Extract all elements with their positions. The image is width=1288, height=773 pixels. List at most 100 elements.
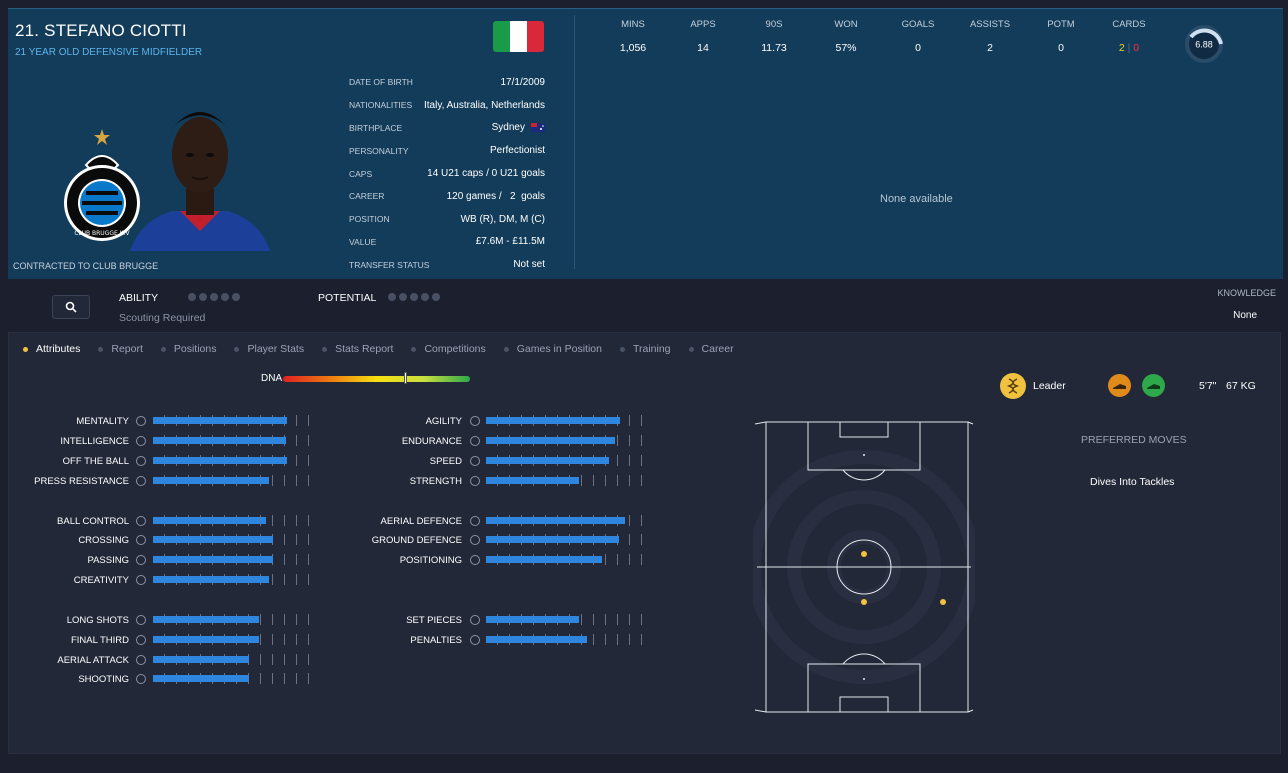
scout-search-button[interactable] — [52, 295, 90, 319]
personality-label: PERSONALITY — [349, 145, 409, 156]
tab-positions[interactable]: Positions — [160, 343, 217, 355]
tab-stats-report[interactable]: Stats Report — [322, 343, 393, 355]
attribute-row[interactable]: AERIAL ATTACK — [9, 653, 319, 667]
attribute-bar — [486, 415, 652, 426]
tab-competitions[interactable]: Competitions — [411, 343, 486, 355]
attribute-row[interactable]: SET PIECES — [9, 613, 652, 627]
value-value: £7.6M - £11.5M — [475, 236, 545, 248]
search-icon — [65, 301, 77, 313]
stat-cards: CARDS 2 | 0 — [1094, 19, 1164, 54]
stat-label: 90S — [765, 19, 783, 30]
tab-label: Competitions — [424, 343, 486, 355]
stat-assists: ASSISTS 2 — [955, 19, 1025, 54]
stat-value: 57% — [835, 42, 857, 54]
none-available-text: None available — [880, 193, 953, 205]
attribute-gauge-icon — [470, 555, 480, 565]
attribute-gauge-icon — [136, 575, 146, 585]
attribute-row[interactable]: PENALTIES — [9, 633, 652, 647]
knowledge-label: KNOWLEDGE — [1217, 288, 1276, 298]
attribute-bar-fill — [486, 616, 579, 623]
attribute-name: ENDURANCE — [401, 435, 462, 447]
attribute-bar-fill — [486, 457, 609, 464]
attribute-gauge-icon — [136, 655, 146, 665]
stat-label: ASSISTS — [969, 19, 1011, 30]
tab-label: Positions — [173, 343, 217, 355]
attribute-row[interactable]: AGILITY — [9, 414, 652, 428]
attribute-bar-fill — [486, 477, 579, 484]
attribute-name: POSITIONING — [399, 554, 462, 566]
attribute-row[interactable]: STRENGTH — [9, 474, 652, 488]
leader-label: Leader — [1033, 380, 1066, 392]
preferred-move[interactable]: Dives Into Tackles — [1090, 476, 1174, 488]
stat-value: 0 — [1058, 42, 1064, 54]
attribute-bar — [486, 435, 652, 446]
attribute-bar-fill — [486, 636, 587, 643]
detail-row-dob: DATE OF BIRTH 17/1/2009 — [349, 71, 545, 94]
contract-status[interactable]: CONTRACTED TO CLUB BRUGGE — [13, 261, 158, 271]
stat-mins: MINS 1,056 — [598, 19, 668, 54]
transfer-status-value[interactable]: Not set — [513, 259, 545, 270]
attribute-name: AGILITY — [425, 415, 462, 427]
positions-pitch[interactable] — [753, 421, 975, 713]
tab-label: Report — [111, 343, 143, 355]
tab-label: Attributes — [36, 343, 81, 355]
attribute-bar-fill — [153, 576, 269, 583]
right-foot-icon[interactable] — [1142, 374, 1165, 397]
career-label: CAREER — [349, 191, 385, 202]
tab-label: Player Stats — [247, 343, 305, 355]
detail-row-value: VALUE £7.6M - £11.5M — [349, 231, 545, 254]
tab-training[interactable]: Training — [619, 343, 671, 355]
tab-games-in-position[interactable]: Games in Position — [503, 343, 602, 355]
attribute-row[interactable]: GROUND DEFENCE — [9, 533, 652, 547]
tab-attributes[interactable]: Attributes — [23, 343, 80, 355]
tab-player-stats[interactable]: Player Stats — [234, 343, 304, 355]
attribute-bar — [153, 654, 319, 665]
rating-value: 6.88 — [1195, 40, 1213, 50]
attribute-bar — [153, 673, 319, 684]
detail-row-personality: PERSONALITY Perfectionist — [349, 139, 545, 162]
tab-report[interactable]: Report — [98, 343, 143, 355]
scouting-required: Scouting Required — [119, 312, 206, 324]
detail-row-transfer: TRANSFER STATUS Not set — [349, 253, 545, 276]
attribute-name: AERIAL ATTACK — [57, 654, 129, 666]
stat-goals: GOALS 0 — [883, 19, 953, 54]
attribute-bar-fill — [153, 656, 249, 663]
stat-apps: APPS 14 — [668, 19, 738, 54]
attribute-row[interactable]: POSITIONING — [9, 553, 652, 567]
player-name[interactable]: 21. STEFANO CIOTTI — [15, 21, 187, 41]
attribute-bar-fill — [486, 417, 620, 424]
nationalities-label: NATIONALITIES — [349, 100, 413, 111]
attribute-bar-fill — [486, 536, 619, 543]
attribute-gauge-icon — [470, 456, 480, 466]
stat-90s: 90S 11.73 — [739, 19, 809, 54]
attribute-gauge-icon — [470, 476, 480, 486]
weight-value: 67 KG — [1226, 380, 1256, 392]
nationalities-value[interactable]: Italy, Australia, Netherlands — [424, 100, 545, 111]
potential-stars — [388, 293, 440, 301]
player-details: DATE OF BIRTH 17/1/2009 NATIONALITIES Ital… — [349, 71, 545, 276]
attribute-row[interactable]: CREATIVITY — [9, 573, 319, 587]
tab-label: Games in Position — [516, 343, 602, 355]
attribute-row[interactable]: ENDURANCE — [9, 434, 652, 448]
attribute-bar-fill — [153, 675, 249, 682]
stat-label: APPS — [690, 19, 716, 30]
attribute-gauge-icon — [470, 436, 480, 446]
caps-label: CAPS — [349, 168, 373, 179]
knowledge-value: None — [1233, 310, 1257, 321]
australia-flag-icon — [531, 123, 545, 133]
dna-bar[interactable] — [283, 376, 470, 382]
leader-icon[interactable] — [1000, 373, 1026, 399]
attribute-row[interactable]: SHOOTING — [9, 672, 319, 686]
attribute-row[interactable]: SPEED — [9, 454, 652, 468]
average-rating-gauge[interactable]: 6.88 — [1183, 23, 1225, 65]
tab-career[interactable]: Career — [688, 343, 734, 355]
stat-label: MINS — [621, 19, 645, 30]
stat-value: 0 — [915, 42, 921, 54]
transfer-status-label: TRANSFER STATUS — [349, 259, 430, 270]
attribute-row[interactable]: AERIAL DEFENCE — [9, 514, 652, 528]
stat-label: WON — [834, 19, 858, 30]
birthplace-value[interactable]: Sydney — [492, 122, 545, 133]
left-foot-icon[interactable] — [1108, 374, 1131, 397]
italy-flag-icon — [493, 21, 544, 52]
position-dot-wbr — [940, 599, 946, 605]
